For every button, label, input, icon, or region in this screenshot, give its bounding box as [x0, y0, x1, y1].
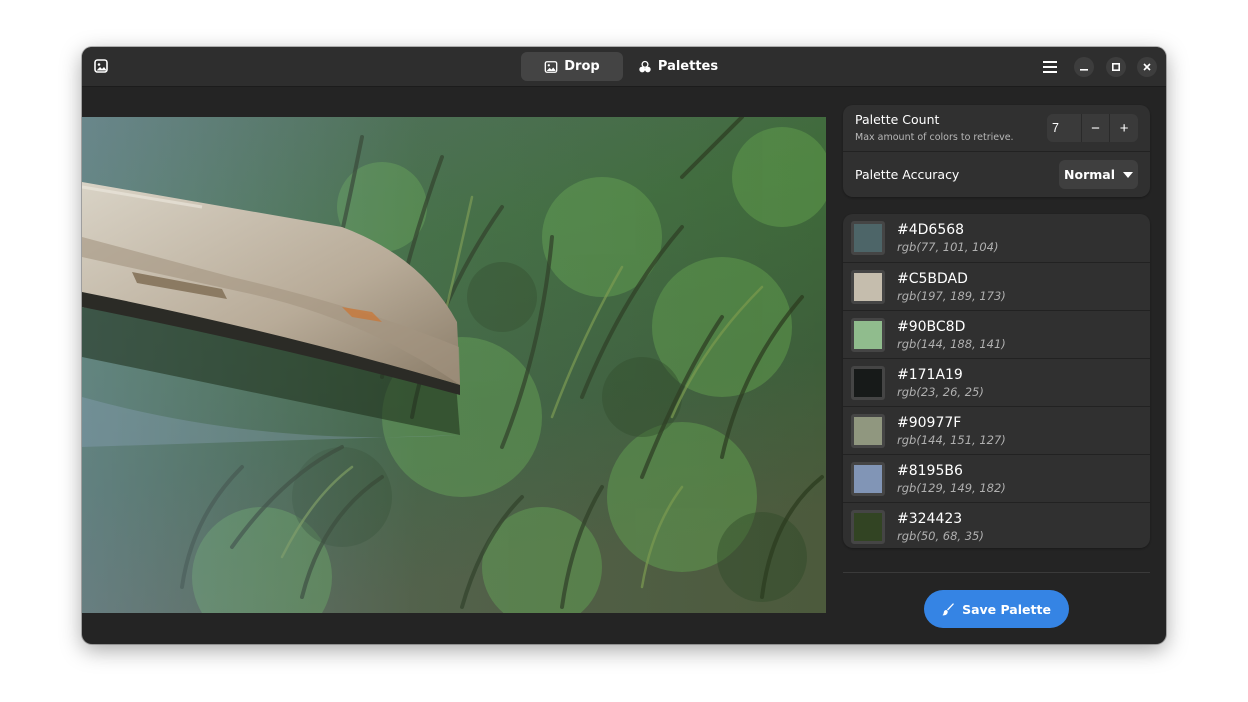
image-icon	[544, 60, 558, 73]
minimize-icon	[1080, 69, 1088, 71]
palette-accuracy-label: Palette Accuracy	[855, 167, 960, 182]
tab-palettes[interactable]: Palettes	[627, 52, 729, 81]
color-list: #4D6568 rgb(77, 101, 104) #C5BDAD rgb(197, …	[843, 214, 1150, 548]
color-swatch	[851, 221, 885, 255]
palette-accuracy-dropdown[interactable]: Normal	[1059, 160, 1138, 189]
color-swatch	[851, 366, 885, 400]
color-rgb: rgb(144, 151, 127)	[897, 433, 1006, 447]
palette-count-label: Palette Count	[855, 112, 940, 127]
color-hex: #90977F	[897, 415, 962, 431]
header-bar: Drop Palettes	[82, 47, 1166, 87]
save-palette-label: Save Palette	[962, 601, 1051, 617]
color-swatch	[851, 318, 885, 352]
main-menu-button[interactable]	[1039, 56, 1061, 78]
close-button[interactable]	[1137, 57, 1157, 77]
color-row[interactable]: #90977F rgb(144, 151, 127)	[843, 406, 1150, 454]
save-palette-button[interactable]: Save Palette	[924, 590, 1069, 628]
color-rgb: rgb(50, 68, 35)	[897, 529, 984, 543]
color-row[interactable]: #171A19 rgb(23, 26, 25)	[843, 358, 1150, 406]
color-row[interactable]: #90BC8D rgb(144, 188, 141)	[843, 310, 1150, 358]
color-swatch	[851, 414, 885, 448]
color-rgb: rgb(77, 101, 104)	[897, 240, 999, 254]
dropped-image[interactable]	[82, 117, 826, 613]
app-window: Drop Palettes Palette Count Max amount o…	[82, 47, 1166, 644]
palette-accuracy-row: Palette Accuracy Normal	[843, 151, 1150, 197]
palette-count-description: Max amount of colors to retrieve.	[855, 132, 1014, 143]
color-row[interactable]: #8195B6 rgb(129, 149, 182)	[843, 454, 1150, 502]
color-hex: #90BC8D	[897, 319, 966, 335]
color-hex: #171A19	[897, 367, 963, 383]
color-swatch	[851, 510, 885, 544]
color-row[interactable]: #4D6568 rgb(77, 101, 104)	[843, 214, 1150, 262]
color-swatch	[851, 462, 885, 496]
divider	[843, 572, 1150, 573]
maximize-icon	[1112, 63, 1120, 71]
color-row[interactable]: #C5BDAD rgb(197, 189, 173)	[843, 262, 1150, 310]
palette-icon	[639, 60, 651, 72]
image-icon	[94, 59, 108, 73]
view-switcher: Drop Palettes	[521, 52, 729, 81]
color-rgb: rgb(23, 26, 25)	[897, 385, 984, 399]
tab-label: Palettes	[657, 59, 719, 74]
minimize-button[interactable]	[1074, 57, 1094, 77]
color-hex: #324423	[897, 511, 963, 527]
palette-count-spinbutton: 7 − +	[1047, 114, 1138, 142]
chevron-down-icon	[1122, 171, 1133, 178]
color-hex: #4D6568	[897, 222, 965, 238]
increment-button[interactable]: +	[1109, 114, 1138, 142]
palette-settings: Palette Count Max amount of colors to re…	[843, 105, 1150, 197]
close-icon	[1143, 63, 1151, 71]
hamburger-menu-icon	[1043, 61, 1057, 73]
brush-icon	[942, 602, 955, 615]
maximize-button[interactable]	[1106, 57, 1126, 77]
color-row[interactable]: #324423 rgb(50, 68, 35)	[843, 502, 1150, 550]
color-rgb: rgb(144, 188, 141)	[897, 337, 1006, 351]
color-rgb: rgb(197, 189, 173)	[897, 289, 1006, 303]
color-hex: #C5BDAD	[897, 271, 968, 287]
tab-label: Drop	[564, 59, 600, 74]
color-swatch	[851, 270, 885, 304]
palette-count-value[interactable]: 7	[1047, 114, 1082, 142]
color-rgb: rgb(129, 149, 182)	[897, 481, 1006, 495]
dropdown-value: Normal	[1064, 167, 1115, 182]
tab-drop[interactable]: Drop	[521, 52, 623, 81]
color-hex: #8195B6	[897, 463, 963, 479]
decrement-button[interactable]: −	[1082, 114, 1110, 142]
image-preview	[82, 117, 826, 613]
palette-count-row: Palette Count Max amount of colors to re…	[843, 105, 1150, 151]
